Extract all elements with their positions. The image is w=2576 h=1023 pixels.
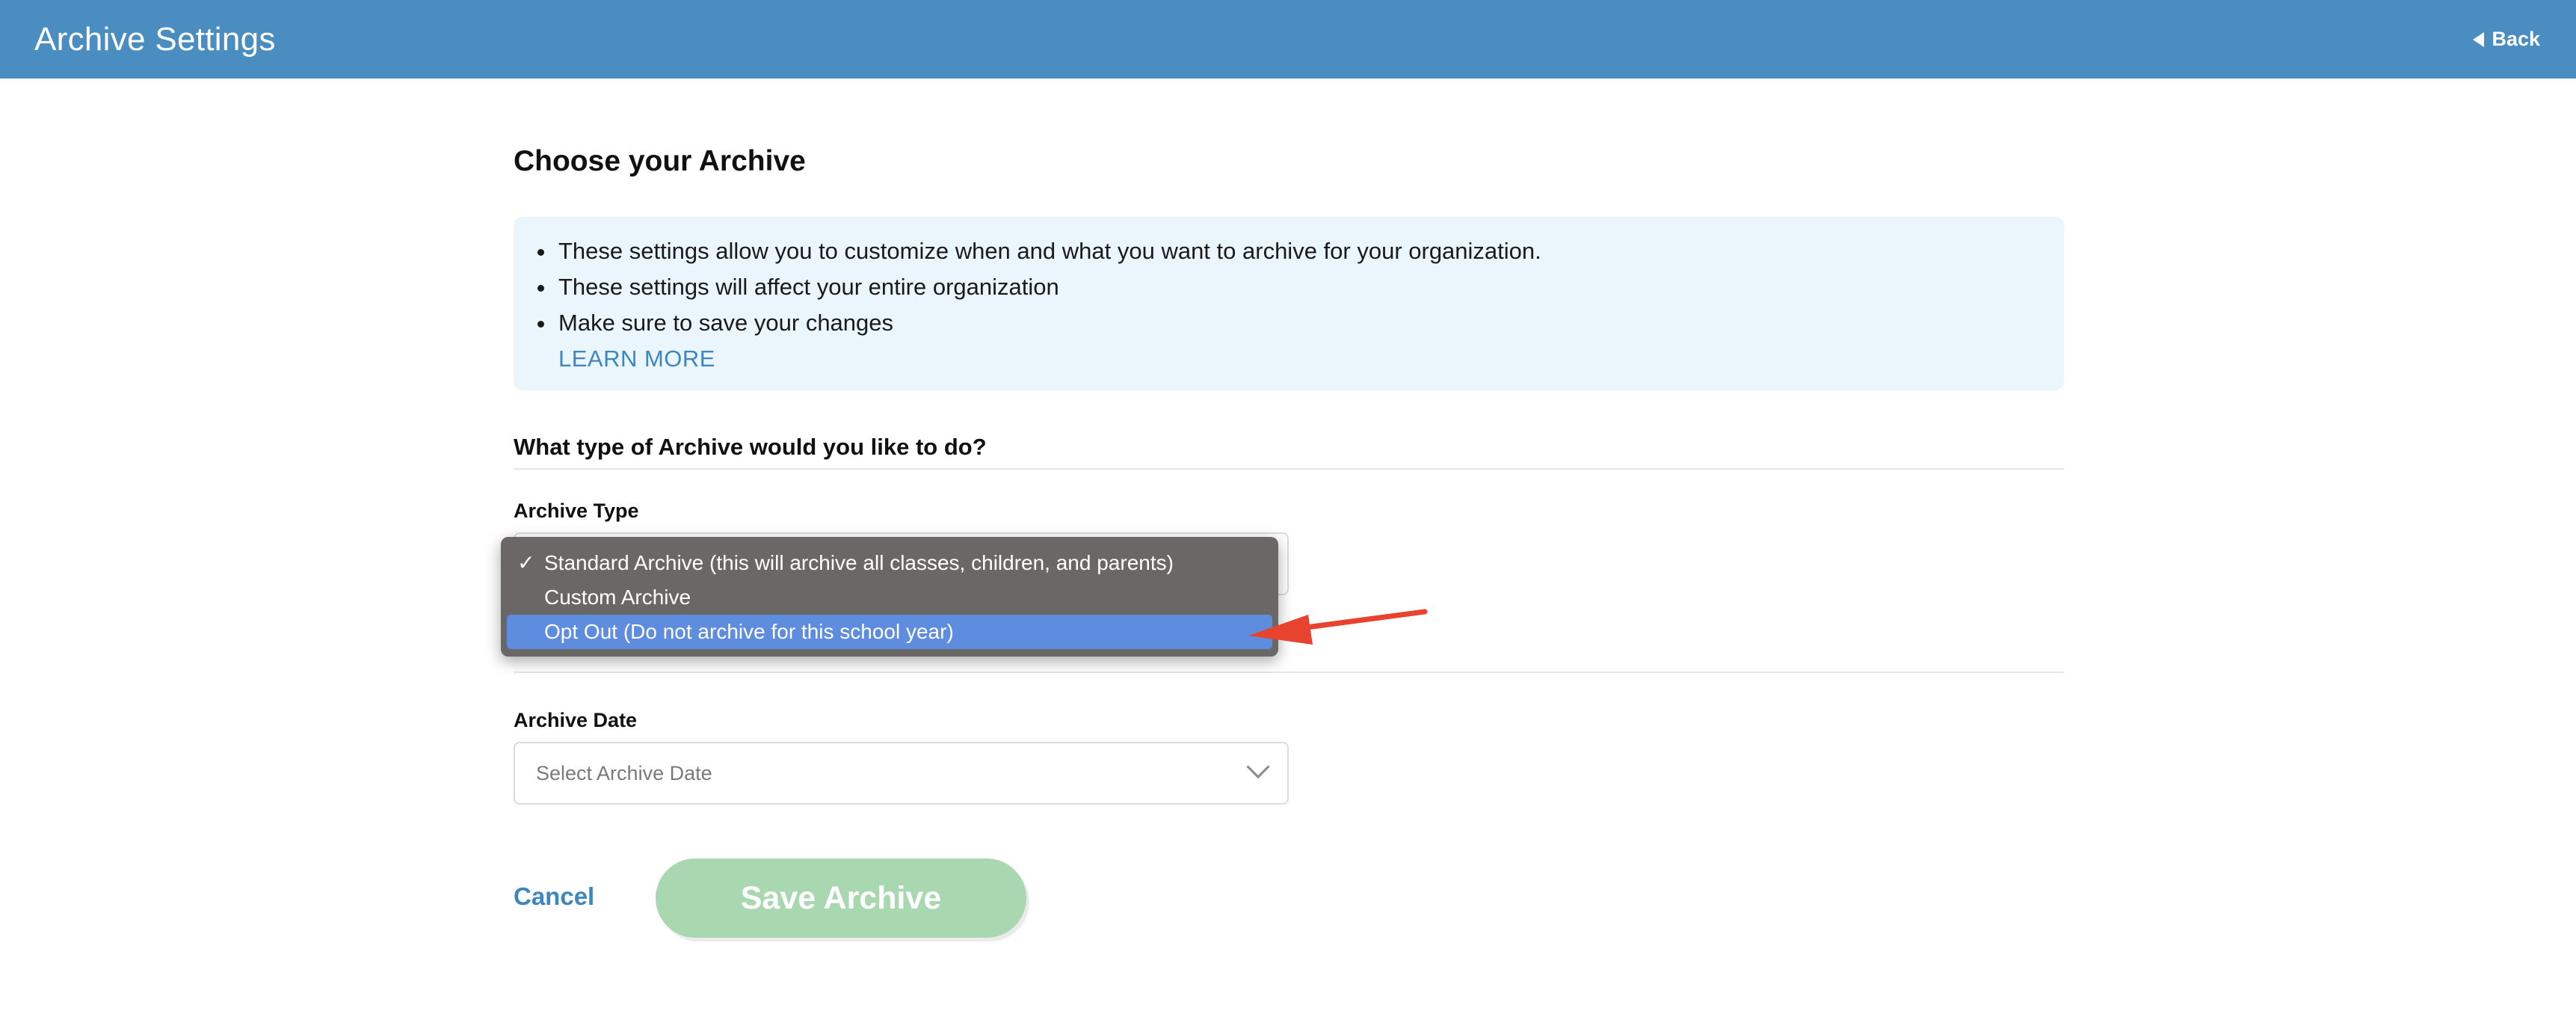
back-arrow-icon [2473,31,2485,47]
save-archive-button[interactable]: Save Archive [656,858,1026,938]
archive-type-heading: What type of Archive would you like to d… [514,434,987,460]
learn-more-link[interactable]: LEARN MORE [558,341,2064,377]
info-item: These settings allow you to customize wh… [537,233,2064,269]
app-header: Archive Settings Back [0,0,2576,79]
back-button[interactable]: Back [2473,28,2540,51]
section-divider [514,672,2064,673]
page-header-title: Archive Settings [34,20,276,58]
archive-date-select[interactable]: Select Archive Date [514,742,1289,805]
archive-type-dropdown-menu: ✓ Standard Archive (this will archive al… [501,537,1278,657]
option-label: Standard Archive (this will archive all … [544,551,1174,574]
archive-date-placeholder: Select Archive Date [536,761,712,784]
dropdown-option-custom-archive[interactable]: Custom Archive [507,580,1272,615]
option-label: Custom Archive [544,586,691,609]
annotation-arrow-icon [1248,609,1428,645]
annotation-arrow-head [1248,615,1313,645]
cancel-button[interactable]: Cancel [514,882,594,911]
info-box: These settings allow you to customize wh… [514,217,2064,390]
option-label: Opt Out (Do not archive for this school … [544,620,954,643]
annotation-arrow-shaft [1298,609,1428,631]
info-list: These settings allow you to customize wh… [537,233,2064,341]
section-divider [514,468,2064,470]
archive-date-label: Archive Date [514,709,638,731]
checkmark-icon: ✓ [517,551,535,574]
info-item: Make sure to save your changes [537,305,2064,341]
archive-type-label: Archive Type [514,500,639,522]
dropdown-option-opt-out[interactable]: Opt Out (Do not archive for this school … [507,615,1272,649]
dropdown-option-standard-archive[interactable]: ✓ Standard Archive (this will archive al… [507,546,1272,580]
chevron-down-icon [1246,755,1270,779]
back-label: Back [2492,28,2540,50]
info-item: These settings will affect your entire o… [537,269,2064,305]
page-title: Choose your Archive [514,145,806,177]
